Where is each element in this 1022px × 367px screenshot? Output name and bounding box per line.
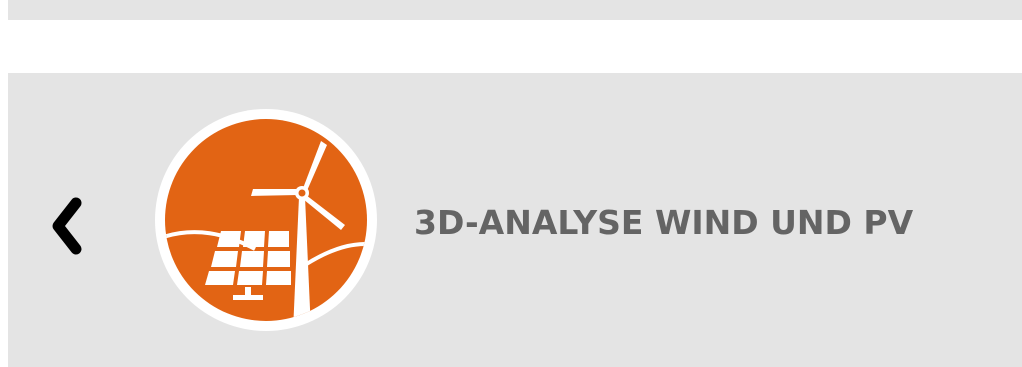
- top-strip: [8, 0, 1022, 20]
- chevron-left-icon: [52, 197, 82, 255]
- card-title[interactable]: 3D-ANALYSE WIND UND PV: [414, 203, 913, 243]
- wind-turbine-solar-panel-icon: [155, 109, 377, 331]
- feature-card: 3D-ANALYSE WIND UND PV: [8, 73, 1022, 367]
- back-button[interactable]: [42, 197, 90, 255]
- page: 3D-ANALYSE WIND UND PV: [0, 0, 1022, 367]
